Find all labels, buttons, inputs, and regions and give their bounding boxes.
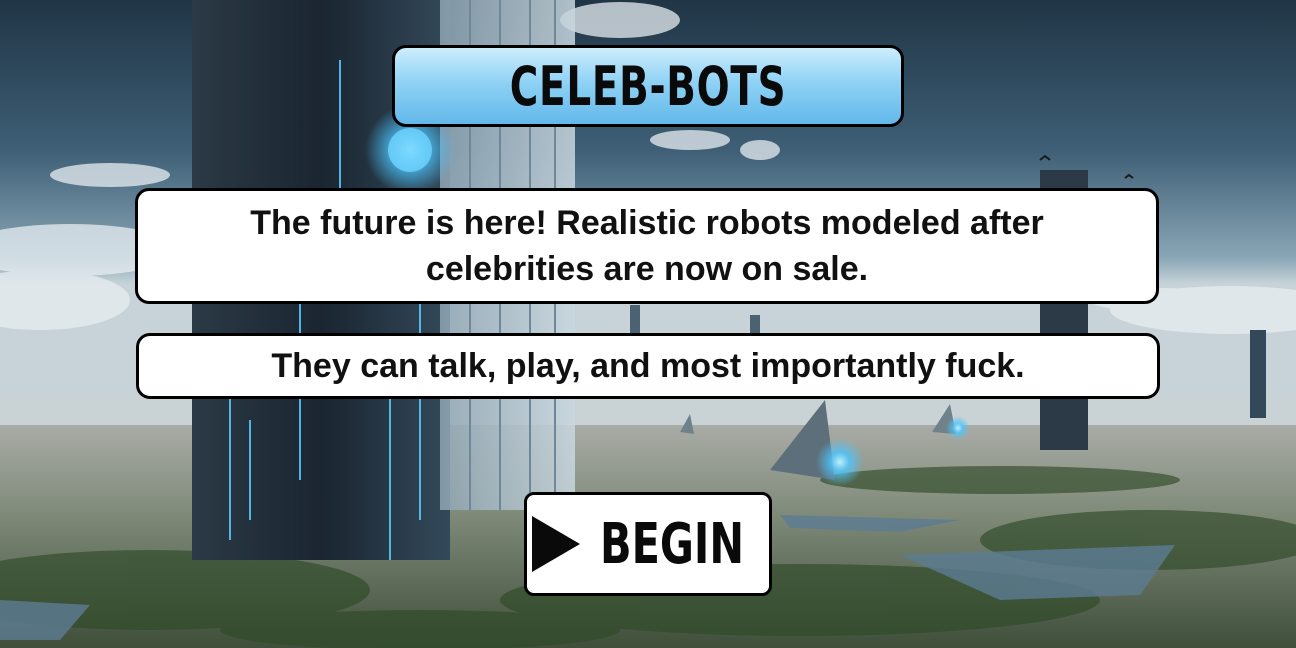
begin-label: BEGIN: [599, 511, 744, 577]
tagline-text-box: They can talk, play, and most importantl…: [136, 333, 1160, 399]
play-triangle-icon: [531, 516, 580, 572]
game-title-screen: CELEB-BOTS The future is here! Realistic…: [0, 0, 1296, 648]
begin-button[interactable]: BEGIN: [524, 492, 772, 596]
game-title: CELEB-BOTS: [509, 54, 787, 118]
title-banner: CELEB-BOTS: [392, 45, 904, 127]
tagline-text: They can talk, play, and most importantl…: [271, 346, 1025, 385]
intro-text: The future is here! Realistic robots mod…: [250, 204, 1044, 288]
intro-text-box: The future is here! Realistic robots mod…: [135, 188, 1159, 304]
